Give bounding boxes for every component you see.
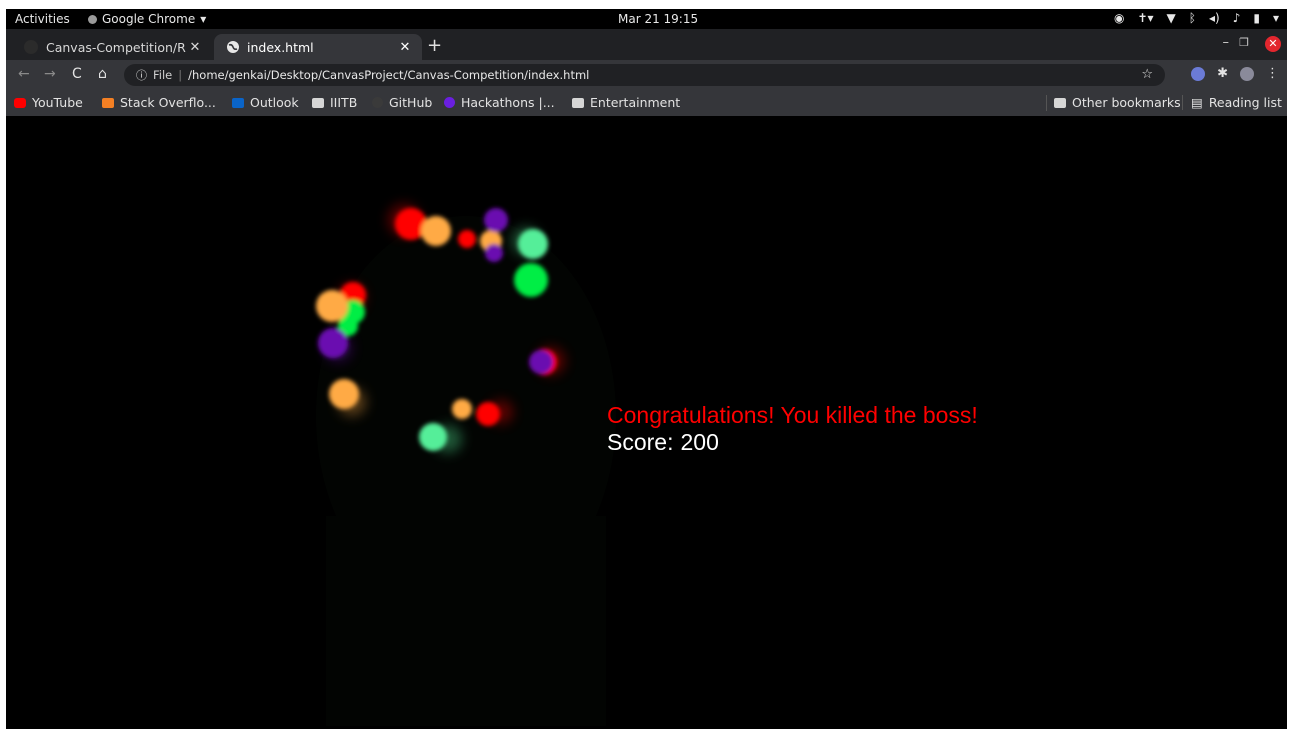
bookmark-label: YouTube [32,95,83,110]
particle [529,350,553,374]
tab-index-html[interactable]: index.html ✕ [214,34,422,60]
reload-icon[interactable]: C [72,66,82,82]
screen: Activities Google Chrome ▾ Mar 21 19:15 … [0,0,1292,729]
new-tab-button[interactable]: + [427,35,442,56]
volume-icon: ◂) [1208,11,1220,25]
bookmark-label: Stack Overflo... [120,95,216,110]
github-icon [372,97,383,108]
particle [485,244,503,262]
back-icon[interactable]: ← [18,66,30,82]
puzzle-icon[interactable]: ✱ [1217,66,1228,81]
tab-title: Canvas-Competition/Repo [46,39,186,55]
bookmark-youtube[interactable]: YouTube [14,95,83,110]
close-tab-icon[interactable]: ✕ [186,40,204,55]
minimize-icon[interactable]: – [1223,35,1230,50]
tab-github-repo[interactable]: Canvas-Competition/Repo ✕ [12,34,212,60]
score-label: Score: [607,429,674,455]
browser-toolbar: ← → C ⌂ ⓘ File | /home/genkai/Desktop/Ca… [6,60,1287,90]
victory-message: Congratulations! You killed the boss! [607,402,978,428]
address-bar[interactable]: ⓘ File | /home/genkai/Desktop/CanvasProj… [124,64,1165,86]
chevron-down-icon: ▾ [200,12,207,26]
bookmarks-bar: YouTube Stack Overflo... Outlook IIITB G… [6,90,1287,116]
reading-list-icon: ▤ [1191,95,1203,110]
bookmark-github[interactable]: GitHub [372,95,432,110]
globe-icon [227,41,239,53]
particle [476,402,500,426]
bookmark-iiitb[interactable]: IIITB [312,95,357,110]
battery-icon: ▮ [1253,11,1260,25]
bookmark-label: IIITB [330,95,358,110]
system-top-bar: Activities Google Chrome ▾ Mar 21 19:15 … [6,9,1287,29]
wifi-icon: ▼ [1166,11,1176,25]
system-tray[interactable]: ◉ ✝▾ ▼ ᛒ ◂) ♪ ▮ ▾ [1114,11,1279,25]
particle [458,230,476,248]
activities-button[interactable]: Activities [15,12,70,26]
particle [514,263,548,297]
bookmark-stackoverflow[interactable]: Stack Overflo... [102,95,216,110]
hackathon-icon [444,97,455,108]
scheme-label: File [153,68,173,82]
close-tab-icon[interactable]: ✕ [396,40,414,55]
bluetooth-icon: ᛒ [1188,11,1196,25]
score-value: 200 [680,429,719,455]
score-display: Score: 200 [607,429,726,456]
bookmark-label: Entertainment [590,95,681,110]
clock[interactable]: Mar 21 19:15 [618,12,698,26]
particle [419,423,447,451]
github-icon [24,40,38,54]
forward-icon[interactable]: → [44,66,56,82]
info-icon[interactable]: ⓘ [136,67,147,83]
particle [318,328,348,358]
outlook-icon [232,97,244,108]
menu-icon[interactable]: ⋮ [1266,66,1279,81]
bookmark-divider [1046,95,1047,111]
particle [329,379,359,409]
bookmark-label: Outlook [250,95,299,110]
other-bookmarks[interactable]: Other bookmarks [1054,95,1181,110]
scheme-separator: | [178,68,183,82]
extension-icon[interactable] [1191,66,1206,81]
bookmark-outlook[interactable]: Outlook [232,95,299,110]
page-content[interactable]: Congratulations! You killed the boss! Sc… [6,116,1287,729]
url-text[interactable]: /home/genkai/Desktop/CanvasProject/Canva… [188,68,589,82]
folder-icon [312,97,324,108]
restore-icon[interactable]: ❐ [1239,36,1249,49]
profile-avatar[interactable] [1240,66,1254,81]
particle [316,290,348,322]
bookmark-hackathons[interactable]: Hackathons |... [444,95,555,110]
tab-strip: Canvas-Competition/Repo ✕ index.html ✕ +… [6,29,1287,60]
accessibility-icon[interactable]: ✝▾ [1137,11,1153,25]
particle [421,216,451,246]
particle [518,229,548,259]
microphone-icon: ♪ [1232,11,1241,25]
home-icon[interactable]: ⌂ [98,66,107,82]
reading-list[interactable]: ▤ Reading list [1182,95,1282,110]
app-name: Google Chrome [102,12,196,26]
particle [452,399,472,419]
reading-list-label: Reading list [1208,95,1282,110]
stackoverflow-icon [102,97,114,108]
folder-icon [1054,97,1066,108]
other-bookmarks-label: Other bookmarks [1072,95,1181,110]
tab-title: index.html [247,39,314,55]
app-menu[interactable]: Google Chrome ▾ [88,12,206,26]
bookmark-entertainment[interactable]: Entertainment [572,95,680,110]
bookmark-star-icon[interactable]: ☆ [1141,67,1153,82]
extensions-area: ✱ ⋮ [1191,66,1279,81]
bookmark-label: Hackathons |... [461,95,555,110]
youtube-icon [14,97,26,108]
discord-icon[interactable]: ◉ [1114,11,1124,25]
chrome-icon [88,14,97,24]
window-close-icon[interactable]: ✕ [1265,36,1281,52]
folder-icon [572,97,584,108]
bookmark-label: GitHub [389,95,433,110]
particle [484,208,508,232]
system-menu-chevron-icon[interactable]: ▾ [1273,11,1279,25]
